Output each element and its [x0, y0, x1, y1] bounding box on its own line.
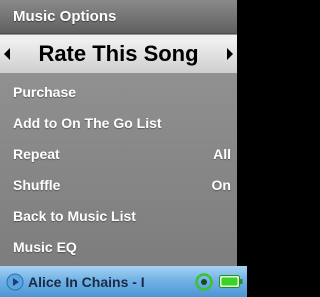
menu-item-label: Back to Music List [13, 207, 136, 224]
menu-item-repeat[interactable]: Repeat All [0, 138, 237, 169]
device-screen: Music Options Rate This Song Purchase Ad… [0, 0, 247, 297]
screen-title: Music Options [0, 0, 237, 34]
scrollbar-thumb[interactable] [238, 70, 247, 102]
arrow-left-icon[interactable] [3, 47, 11, 61]
menu-item-purchase[interactable]: Purchase [0, 76, 237, 107]
menu-item-label: Music EQ [13, 238, 77, 255]
scrollbar-track[interactable] [237, 0, 247, 266]
menu-item-label: Add to On The Go List [13, 114, 162, 131]
now-playing-title: Alice In Chains - I [28, 273, 145, 290]
menu-item-shuffle[interactable]: Shuffle On [0, 169, 237, 200]
menu-item-value: On [211, 176, 231, 193]
shuffle-on-icon [195, 272, 213, 291]
arrow-right-icon[interactable] [226, 47, 234, 61]
menu-item-label: Purchase [13, 83, 77, 100]
menu-item-label: Shuffle [13, 176, 61, 193]
menu-panel: Music Options Rate This Song Purchase Ad… [0, 0, 237, 266]
menu-item-label: Repeat [13, 145, 60, 162]
play-icon [6, 273, 24, 291]
menu-list: Purchase Add to On The Go List Repeat Al… [0, 76, 237, 262]
rate-song-label: Rate This Song [38, 41, 199, 66]
now-playing-bar[interactable]: Alice In Chains - I [0, 266, 247, 297]
menu-item-music-eq[interactable]: Music EQ [0, 231, 237, 262]
menu-item-add-to-on-the-go[interactable]: Add to On The Go List [0, 107, 237, 138]
battery-icon [219, 275, 243, 288]
menu-item-value: All [213, 145, 231, 162]
rate-song-option[interactable]: Rate This Song [0, 35, 237, 73]
menu-item-back-to-music-list[interactable]: Back to Music List [0, 200, 237, 231]
